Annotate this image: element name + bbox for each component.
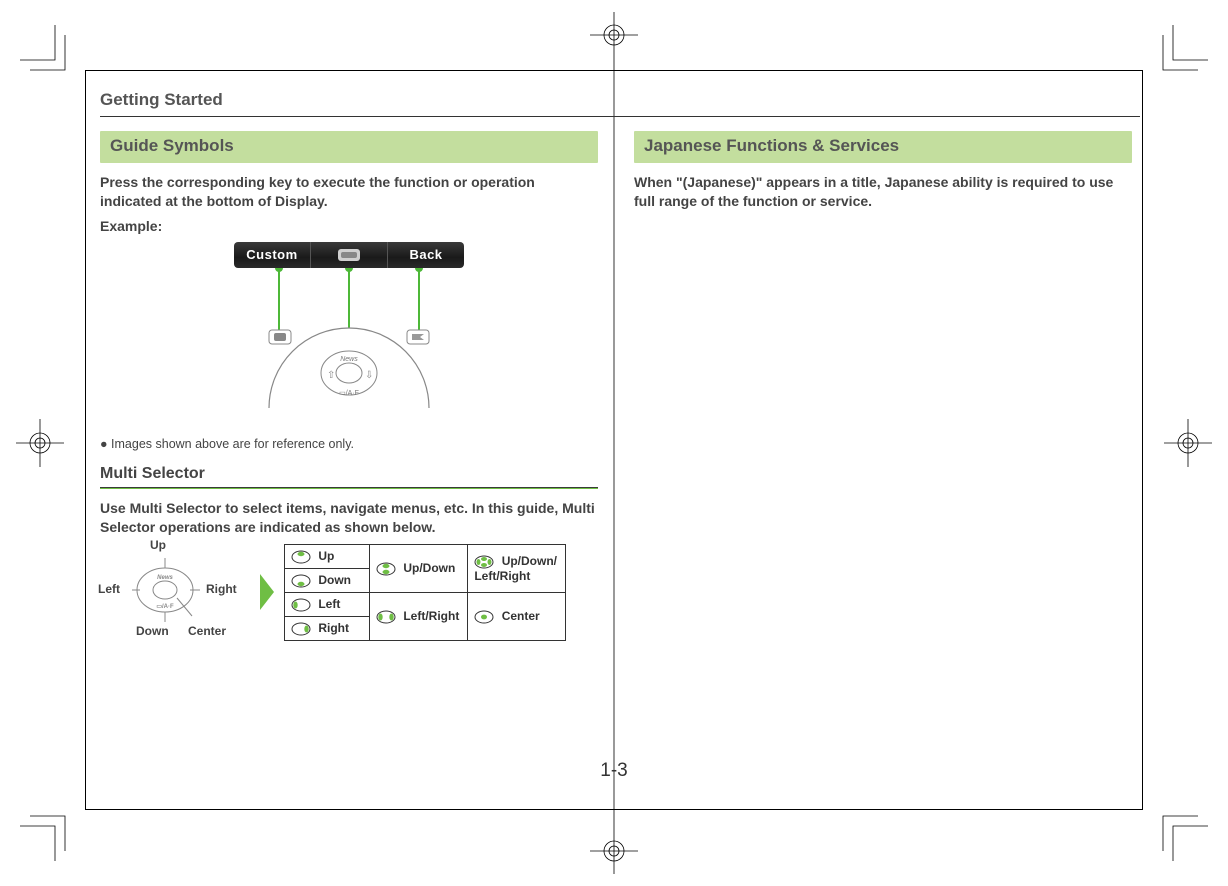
ms-cell-left-label: Left [318,597,340,611]
dpad-right-icon [291,622,311,636]
multi-selector-legend-table: Up Up/Down Up/Down/ Left/Right [284,544,566,640]
page-content: Getting Started Guide Symbols Press the … [100,90,1140,790]
reference-note: Images shown above are for reference onl… [100,437,598,451]
ms-cell-udlr-label2: Left/Right [474,569,530,583]
softkey-link-diagram: News ▭/A·F ⇧ ⇩ [229,268,469,418]
ms-label-left: Left [98,582,120,596]
ms-cell-right-label: Right [318,621,349,635]
ms-cell-udlr: Up/Down/ Left/Right [468,545,566,593]
right-column: Japanese Functions & Services When "(Jap… [634,131,1132,642]
info-icon [335,247,363,263]
ms-cell-left: Left [285,592,370,616]
example-label: Example: [100,217,598,236]
ms-cell-leftright: Left/Right [370,592,468,640]
multi-selector-heading: Multi Selector [100,465,598,483]
ms-cell-down-label: Down [318,573,351,587]
arrow-right-icon [260,574,274,610]
ms-cell-udlr-label1: Up/Down/ [502,554,557,568]
multi-selector-icon: News ▭/A·F [120,550,230,630]
left-column: Guide Symbols Press the corresponding ke… [100,131,598,642]
ms-cell-right: Right [285,616,370,640]
japanese-body: When "(Japanese)" appears in a title, Ja… [634,173,1132,211]
softkey-left-label: Custom [246,247,297,262]
ms-cell-down: Down [285,569,370,593]
ms-cell-center-label: Center [502,609,540,623]
svg-text:News: News [340,356,358,363]
multi-selector-labels: Up Down Left Right Center News ▭/A·F [100,542,250,642]
svg-text:▭/A·F: ▭/A·F [339,390,359,397]
svg-text:News: News [157,575,173,581]
dpad-center-icon [474,610,494,624]
dpad-updown-icon [376,562,396,576]
multi-selector-desc: Use Multi Selector to select items, navi… [100,499,598,537]
ms-cell-updown: Up/Down [370,545,468,593]
softkey-bar: Custom Back [234,242,464,268]
dpad-up-icon [291,550,311,564]
softkey-left: Custom [234,242,310,268]
green-rule [100,487,598,489]
section-title-japanese: Japanese Functions & Services [634,131,1132,163]
dpad-down-icon [291,574,311,588]
softkey-center [310,242,387,268]
ms-cell-center: Center [468,592,566,640]
ms-cell-updown-label: Up/Down [403,561,455,575]
ms-cell-up: Up [285,545,370,569]
svg-text:⇩: ⇩ [365,370,373,381]
chapter-title: Getting Started [100,90,1140,110]
svg-text:⇧: ⇧ [327,370,335,381]
dpad-left-icon [291,598,311,612]
dpad-leftright-icon [376,610,396,624]
dpad-udlr-icon [474,555,494,569]
chapter-rule [100,116,1140,117]
page-number: 1-3 [600,760,627,782]
softkey-right-label: Back [409,247,442,262]
multi-selector-diagram-row: Up Down Left Right Center News ▭/A·F [100,542,598,642]
softkey-illustration: Custom Back [100,242,598,423]
svg-text:▭/A·F: ▭/A·F [156,604,174,610]
ms-cell-leftright-label: Left/Right [403,609,459,623]
guide-symbols-intro: Press the corresponding key to execute t… [100,173,598,211]
section-title-guide-symbols: Guide Symbols [100,131,598,163]
ms-cell-up-label: Up [318,549,334,563]
softkey-right: Back [387,242,464,268]
